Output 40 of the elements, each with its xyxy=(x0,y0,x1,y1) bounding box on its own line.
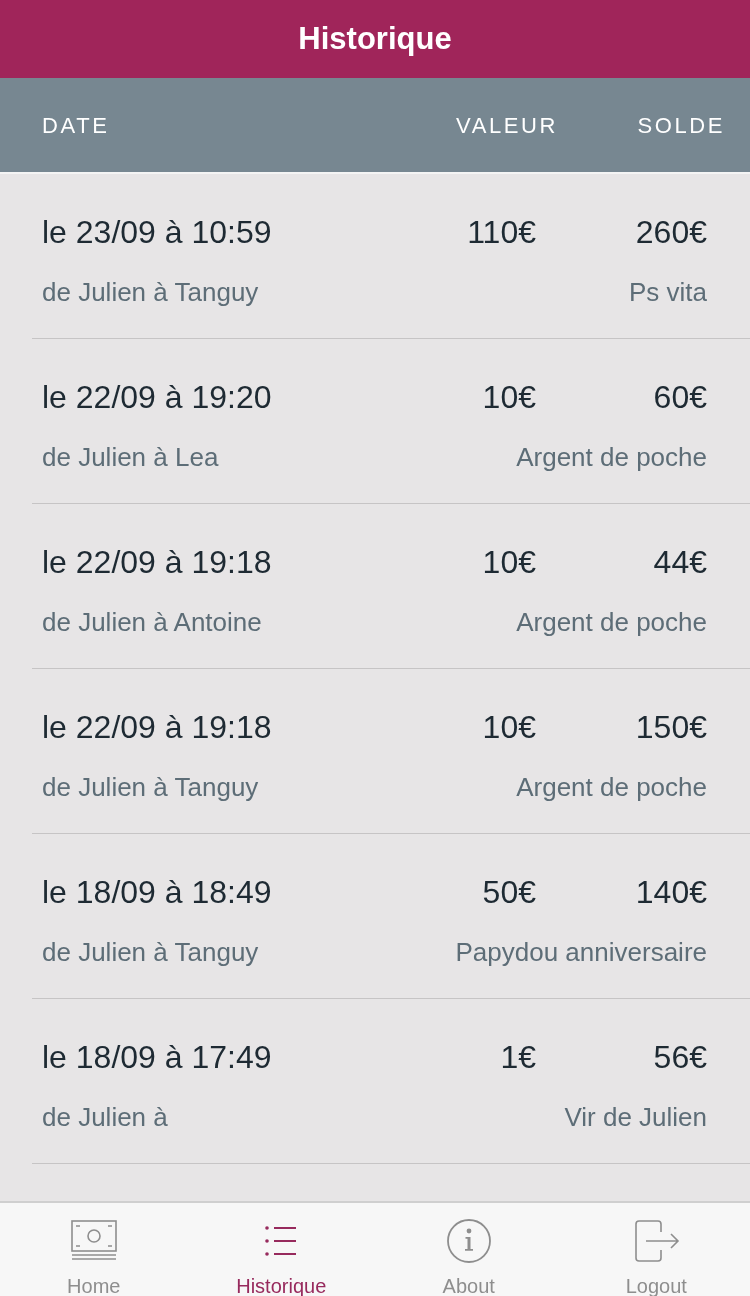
transaction-amount: 50€ xyxy=(481,873,536,912)
transaction-amount: 10€ xyxy=(481,378,536,417)
balance-amount: 260€ xyxy=(634,213,707,252)
transaction-parties: de Julien à xyxy=(42,1101,168,1134)
transaction-note: Papydou anniversaire xyxy=(455,936,707,969)
balance-amount: 56€ xyxy=(652,1038,707,1077)
transaction-parties: de Julien à Lea xyxy=(42,441,219,474)
column-header: VALEUR xyxy=(455,111,558,140)
transaction-amount: 10€ xyxy=(481,708,536,747)
transaction-note: Argent de poche xyxy=(516,441,707,474)
transaction-parties: de Julien à Tanguy xyxy=(42,771,259,804)
history-row[interactable]: le 22/09 à 19:18 10€ 150€ de Julien à Tanguy Argent de poche xyxy=(32,669,750,834)
balance-amount: 44€ xyxy=(652,543,707,582)
transaction-date: le 18/09 à 17:49 xyxy=(42,1038,273,1077)
transaction-date: le 22/09 à 19:20 xyxy=(42,378,273,417)
column-header: DATE xyxy=(42,111,111,140)
history-row[interactable]: le 18/09 à 17:49 1€ 56€ de Julien à Vir de Julien xyxy=(32,999,750,1164)
transaction-date: le 22/09 à 19:18 xyxy=(42,708,273,747)
transaction-date: le 22/09 à 19:18 xyxy=(42,543,273,582)
transaction-note: Argent de poche xyxy=(516,771,707,804)
transaction-amount: 10€ xyxy=(481,543,536,582)
history-row[interactable]: le 22/09 à 19:20 10€ 60€ de Julien à Lea Argent de poche xyxy=(32,339,750,504)
balance-amount: 150€ xyxy=(634,708,707,747)
transaction-amount: 110€ xyxy=(466,213,536,252)
balance-amount: 60€ xyxy=(652,378,707,417)
balance-amount: 140€ xyxy=(634,873,707,912)
transaction-parties: de Julien à Tanguy xyxy=(42,936,259,969)
transaction-date: le 18/09 à 18:49 xyxy=(42,873,273,912)
screen-title: Historique xyxy=(298,20,452,58)
transaction-date: le 23/09 à 10:59 xyxy=(42,213,273,252)
column-header: SOLDE xyxy=(636,111,725,140)
transaction-amount: 1€ xyxy=(499,1038,536,1077)
history-row[interactable]: le 23/09 à 10:59 110€ 260€ de Julien à Tanguy Ps vita xyxy=(32,174,750,339)
transaction-parties: de Julien à Antoine xyxy=(42,606,262,639)
transaction-note: Ps vita xyxy=(628,276,707,309)
transaction-note: Vir de Julien xyxy=(564,1101,707,1134)
history-row[interactable]: le 18/09 à 18:49 50€ 140€ de Julien à Tanguy Papydou anniversaire xyxy=(32,834,750,999)
transaction-note: Argent de poche xyxy=(516,606,707,639)
transaction-parties: de Julien à Tanguy xyxy=(42,276,259,309)
history-row[interactable]: le 22/09 à 19:18 10€ 44€ de Julien à Antoine Argent de poche xyxy=(32,504,750,669)
